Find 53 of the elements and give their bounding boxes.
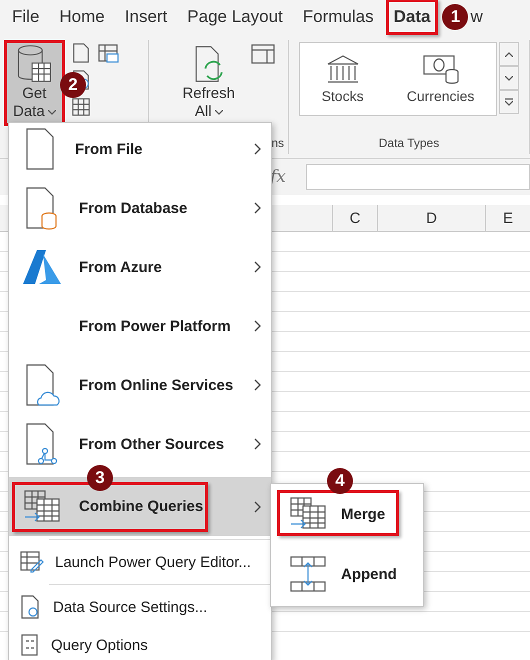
menu-item[interactable]: From Power Platform [9, 300, 271, 352]
menu-item[interactable]: From Azure [9, 241, 271, 293]
table-pencil-icon [19, 550, 45, 574]
menu-item[interactable]: From Online Services [9, 359, 271, 411]
ribbon-tab[interactable]: Insert [116, 0, 176, 35]
expand-icon [505, 98, 513, 106]
caret-icon [505, 52, 513, 56]
ribbon-tab[interactable]: File [4, 0, 48, 35]
step-badge: 3 [87, 465, 113, 491]
currencies-button[interactable]: Currencies [406, 54, 474, 104]
step-badge: 2 [60, 72, 86, 98]
caret-icon [214, 110, 223, 114]
column-header[interactable]: C [332, 205, 377, 231]
caret-icon [505, 76, 513, 80]
properties-icon [250, 42, 276, 66]
menu-item[interactable]: Data Source Settings... [9, 588, 271, 626]
ribbon-tab[interactable]: w [470, 7, 483, 27]
chevron-icon [254, 143, 261, 155]
chevron-icon [254, 379, 261, 391]
merge-tables-icon [23, 488, 61, 524]
expand-button[interactable] [499, 90, 519, 114]
formula-input[interactable] [306, 164, 530, 190]
scroll-up-button[interactable] [499, 42, 519, 66]
menu-item[interactable]: From File [9, 123, 271, 175]
column-header[interactable]: D [377, 205, 485, 231]
chevron-icon [254, 500, 261, 512]
group-label: Data Types [378, 136, 440, 152]
table-icon [70, 96, 91, 118]
menu-item[interactable]: From Database [9, 182, 271, 234]
ribbon-tab[interactable]: Page Layout [179, 0, 291, 35]
menu-item[interactable]: Append [271, 544, 423, 604]
ribbon-tab[interactable]: Formulas [294, 0, 382, 35]
document-icon [70, 42, 91, 64]
bank-icon [326, 54, 360, 84]
chevron-icon [254, 438, 261, 450]
money-coins-icon [422, 54, 460, 84]
stocks-button[interactable]: Stocks [322, 54, 364, 104]
get-data-button[interactable]: Get Data [4, 40, 65, 126]
step-badge: 1 [442, 4, 468, 30]
append-tables-icon [289, 555, 327, 593]
chevron-icon [254, 261, 261, 273]
ribbon-tab[interactable]: Home [51, 0, 113, 35]
column-header[interactable]: E [485, 205, 530, 231]
database-table-icon [15, 43, 54, 85]
menu-item[interactable]: Launch Power Query Editor... [9, 543, 271, 581]
menu-item[interactable]: Query Options [9, 626, 271, 660]
refresh-all-button[interactable]: Refresh All [173, 40, 244, 126]
chevron-icon [254, 320, 261, 332]
group-label: ns [271, 136, 284, 150]
caret-icon [48, 110, 56, 114]
scroll-down-button[interactable] [499, 66, 519, 90]
azure-logo-icon [23, 250, 61, 284]
chevron-icon [254, 202, 261, 214]
